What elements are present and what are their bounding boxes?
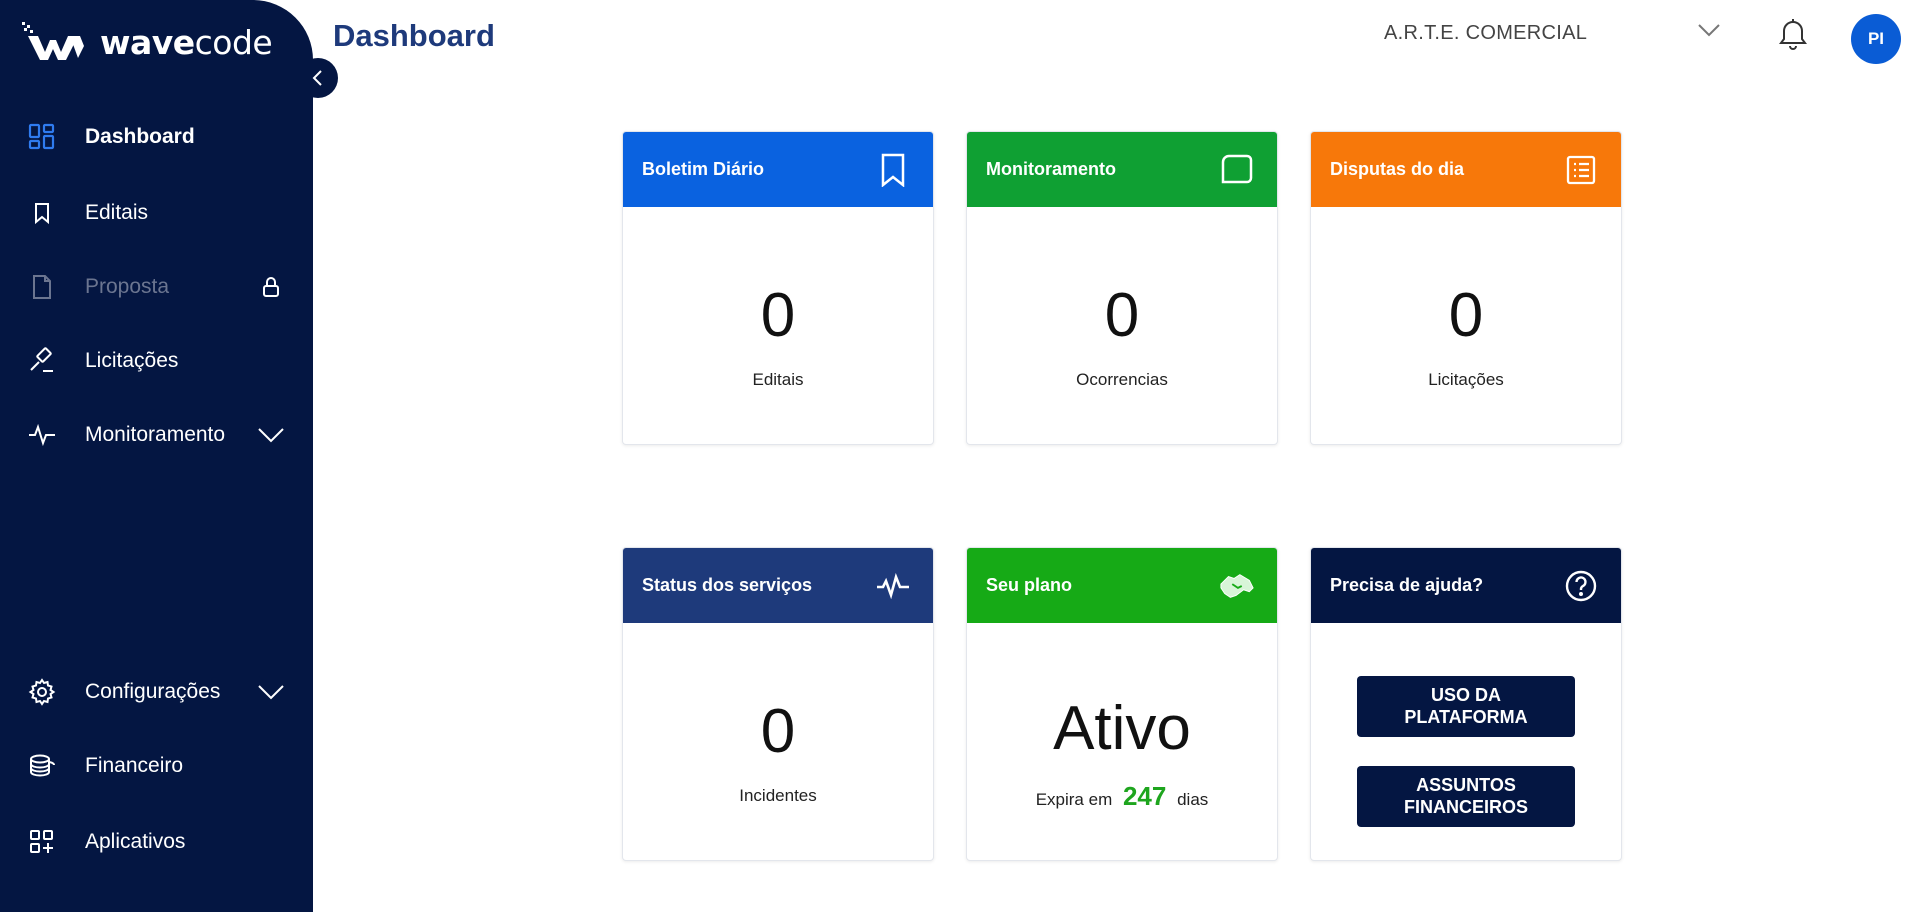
- logo[interactable]: wavecode: [22, 22, 273, 62]
- chevron-left-icon: [312, 70, 322, 86]
- chevron-down-icon[interactable]: [1696, 20, 1722, 40]
- days-remaining: 247: [1122, 781, 1167, 811]
- card-header: Precisa de ajuda?: [1311, 548, 1621, 623]
- sidebar-item-licitacoes[interactable]: Licitações: [0, 336, 313, 386]
- ocorrencias-label: Ocorrencias: [1076, 370, 1168, 389]
- card-title: Boletim Diário: [642, 159, 765, 179]
- apps-icon: [28, 828, 56, 856]
- wavecode-logo-icon: [22, 22, 84, 60]
- file-icon: [28, 273, 56, 301]
- page-title: Dashboard: [333, 18, 495, 53]
- sidebar-item-label: Financeiro: [85, 754, 184, 777]
- pulse-icon: [28, 421, 56, 449]
- chevron-down-icon[interactable]: [257, 678, 285, 706]
- card-title: Seu plano: [986, 575, 1073, 595]
- brand-name: wavecode: [100, 22, 273, 62]
- sidebar: wavecode Dashboard Editais Proposta Lici…: [0, 0, 313, 912]
- card-header: Boletim Diário: [623, 132, 933, 207]
- sidebar-item-financeiro[interactable]: Financeiro: [0, 741, 313, 791]
- incidentes-count: 0: [760, 697, 796, 766]
- sidebar-item-dashboard[interactable]: Dashboard: [0, 112, 313, 162]
- card-title: Precisa de ajuda?: [1330, 575, 1484, 595]
- card-disputas-do-dia[interactable]: Disputas do dia 0 Licitações: [1310, 131, 1622, 445]
- sidebar-item-monitoramento[interactable]: Monitoramento: [0, 410, 313, 460]
- licitacoes-count: 0: [1448, 281, 1484, 350]
- card-seu-plano[interactable]: Seu plano Ativo Expira em 247 dias: [966, 547, 1278, 861]
- handshake-icon: [1219, 568, 1255, 604]
- plan-status: Ativo: [1053, 694, 1191, 763]
- sidebar-item-editais[interactable]: Editais: [0, 188, 313, 238]
- card-header: Disputas do dia: [1311, 132, 1621, 207]
- card-title: Disputas do dia: [1330, 159, 1465, 179]
- pulse-icon: [875, 568, 911, 604]
- chevron-down-icon[interactable]: [257, 421, 285, 449]
- editais-count: 0: [760, 281, 796, 350]
- sidebar-item-label: Configurações: [85, 680, 221, 703]
- sidebar-item-label: Editais: [85, 201, 149, 224]
- incidentes-label: Incidentes: [739, 786, 817, 805]
- card-boletim-diario[interactable]: Boletim Diário 0 Editais: [622, 131, 934, 445]
- sidebar-item-label: Licitações: [85, 349, 179, 372]
- chat-bubble-icon: [1219, 152, 1255, 188]
- card-header: Monitoramento: [967, 132, 1277, 207]
- bookmark-icon: [28, 199, 56, 227]
- sidebar-item-label: Proposta: [85, 275, 170, 298]
- card-header: Status dos serviços: [623, 548, 933, 623]
- card-header: Seu plano: [967, 548, 1277, 623]
- card-precisa-ajuda: Precisa de ajuda? USO DA PLATAFORMA ASSU…: [1310, 547, 1622, 861]
- avatar[interactable]: PI: [1851, 14, 1901, 64]
- sidebar-item-configuracoes[interactable]: Configurações: [0, 667, 313, 717]
- notification-bell-icon[interactable]: [1778, 18, 1808, 52]
- sidebar-item-proposta[interactable]: Proposta: [0, 262, 313, 312]
- grid-icon: [28, 123, 56, 151]
- collapse-sidebar-button[interactable]: [298, 58, 338, 98]
- card-title: Monitoramento: [986, 159, 1116, 179]
- assuntos-financeiros-button[interactable]: ASSUNTOS FINANCEIROS: [1357, 766, 1575, 827]
- gavel-icon: [28, 347, 56, 375]
- uso-plataforma-button[interactable]: USO DA PLATAFORMA: [1357, 676, 1575, 737]
- coins-icon: [28, 752, 56, 780]
- sidebar-item-label: Dashboard: [85, 125, 195, 148]
- plan-expiry: Expira em 247 dias: [967, 781, 1277, 812]
- sidebar-item-label: Aplicativos: [85, 830, 186, 853]
- editais-label: Editais: [752, 370, 804, 389]
- sidebar-item-label: Monitoramento: [85, 423, 226, 446]
- card-status-servicos[interactable]: Status dos serviços 0 Incidentes: [622, 547, 934, 861]
- company-selector[interactable]: A.R.T.E. COMERCIAL: [1384, 22, 1587, 45]
- list-icon: [1563, 152, 1599, 188]
- bookmark-icon: [875, 152, 911, 188]
- expira-suffix: dias: [1177, 790, 1209, 809]
- licitacoes-label: Licitações: [1428, 370, 1504, 389]
- ocorrencias-count: 0: [1104, 281, 1140, 350]
- expira-prefix: Expira em: [1035, 790, 1113, 809]
- sidebar-item-aplicativos[interactable]: Aplicativos: [0, 817, 313, 867]
- lock-icon: [257, 273, 285, 301]
- card-monitoramento[interactable]: Monitoramento 0 Ocorrencias: [966, 131, 1278, 445]
- card-title: Status dos serviços: [642, 575, 813, 595]
- gear-icon: [28, 678, 56, 706]
- help-circle-icon: [1563, 568, 1599, 604]
